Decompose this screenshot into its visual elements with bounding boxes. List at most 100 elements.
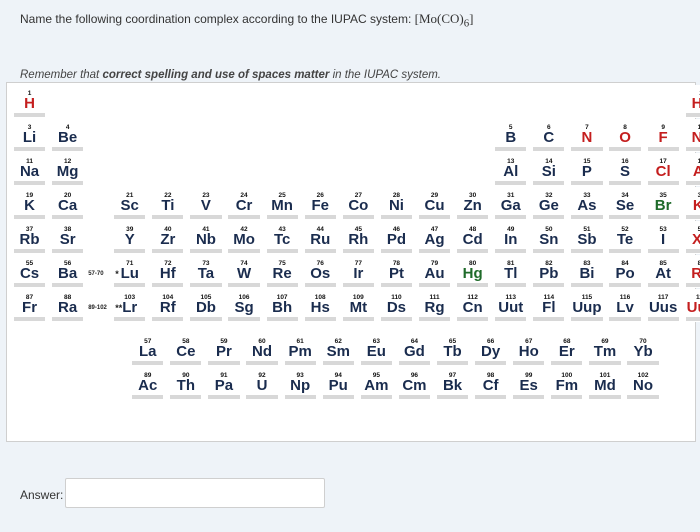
element-symbol: At (655, 265, 672, 282)
element-symbol: Sb (577, 231, 597, 248)
element-symbol: Am (364, 377, 389, 394)
element-ra: 88 Ra (49, 289, 87, 322)
element-symbol: Pa (214, 377, 234, 394)
element-ti: 22 Ti (149, 187, 187, 220)
element-symbol: Ce (176, 343, 196, 360)
atomic-mass (533, 249, 565, 253)
atomic-mass (152, 317, 184, 321)
element-symbol: Sc (120, 197, 139, 214)
element-symbol: Uup (572, 299, 602, 316)
element-symbol: Lv (616, 299, 634, 316)
atomic-mass (13, 215, 46, 219)
atomic-mass (457, 283, 489, 287)
element-lv: 116 Lv (606, 289, 644, 322)
atomic-mass (647, 147, 679, 151)
atomic-mass (533, 147, 565, 151)
element-symbol: Rb (19, 231, 40, 248)
element-in: 49 In (492, 221, 530, 254)
element-uuo: 118Uuo (682, 289, 700, 322)
atomic-mass (132, 361, 164, 365)
atomic-mass (360, 361, 392, 365)
element-os: 76 Os (301, 255, 339, 288)
atomic-mass (609, 283, 641, 287)
element-sm: 62 Sm (319, 333, 357, 366)
element-fr: 87 Fr (11, 289, 49, 322)
atomic-mass (342, 249, 374, 253)
element-symbol: Pt (388, 265, 404, 282)
element-rh: 45 Rh (339, 221, 377, 254)
element-er: 68 Er (548, 333, 586, 366)
element-k: 19 K (11, 187, 49, 220)
element-pt: 78 Pt (377, 255, 415, 288)
atomic-mass (380, 249, 413, 253)
atomic-mass (533, 181, 565, 185)
element-symbol: Fm (555, 377, 579, 394)
atomic-mass (13, 181, 46, 185)
atomic-mass (228, 215, 260, 219)
atomic-mass (571, 147, 603, 151)
element-symbol: No (633, 377, 654, 394)
atomic-mass (152, 283, 184, 287)
atomic-mass (170, 395, 202, 399)
atomic-mass (13, 147, 46, 151)
element-xe: 54Xe (682, 221, 700, 254)
element-symbol: Cd (462, 231, 483, 248)
element-symbol: Tc (273, 231, 291, 248)
element-es: 99 Es (510, 367, 548, 400)
element-ca: 20 Ca (49, 187, 87, 220)
answer-label: Answer: (20, 488, 64, 502)
atomic-mass (246, 361, 278, 365)
atomic-mass (13, 249, 46, 253)
element-symbol: Ne (691, 129, 700, 146)
element-symbol: Sr (59, 231, 76, 248)
atomic-mass (436, 361, 469, 365)
element-cu: 29 Cu (416, 187, 454, 220)
atomic-mass (685, 147, 700, 151)
atomic-mass (304, 215, 336, 219)
element-al: 13 Al (492, 153, 530, 186)
atomic-mass (551, 395, 583, 399)
element-ge: 32 Ge (530, 187, 568, 220)
atomic-mass (246, 395, 278, 399)
atomic-mass (495, 181, 527, 185)
element-symbol: Nb (195, 231, 216, 248)
element-symbol: C (543, 129, 555, 146)
atomic-mass (266, 249, 298, 253)
atomic-mass (398, 395, 431, 399)
atomic-mass (513, 361, 545, 365)
element-symbol: Hs (310, 299, 330, 316)
element-symbol: Uuo (686, 299, 700, 316)
atomic-mass (114, 215, 146, 219)
element-symbol: Sn (539, 231, 559, 248)
atomic-mass (284, 395, 316, 399)
element-mo: 42 Mo (225, 221, 263, 254)
element-n: 7N (568, 119, 606, 152)
element-symbol: Rn (691, 265, 700, 282)
atomic-mass (190, 249, 222, 253)
element-symbol: Ag (424, 231, 445, 248)
element-pu: 94 Pu (319, 367, 357, 400)
atomic-mass (380, 317, 413, 321)
element-bk: 97 Bk (434, 367, 472, 400)
answer-input[interactable] (65, 478, 325, 508)
atomic-mass (342, 283, 374, 287)
element-symbol: Ac (138, 377, 158, 394)
element-symbol: Th (176, 377, 195, 394)
atomic-mass (609, 147, 641, 151)
atomic-mass (380, 215, 413, 219)
atomic-mass (304, 249, 336, 253)
element-zr: 40 Zr (149, 221, 187, 254)
element-symbol: Bh (272, 299, 293, 316)
element-kr: 36Kr (682, 187, 700, 220)
element-rn: 86Rn (682, 255, 700, 288)
atomic-mass (304, 317, 336, 321)
element-sr: 38 Sr (49, 221, 87, 254)
element-rg: 111 Rg (416, 289, 454, 322)
element-symbol: Y (124, 231, 135, 248)
element-no: 102 No (624, 367, 662, 400)
element-o: 8O (606, 119, 644, 152)
element-symbol: B (505, 129, 517, 146)
element-symbol: La (138, 343, 157, 360)
element-ne: 10Ne (682, 119, 700, 152)
atomic-mass (647, 283, 679, 287)
